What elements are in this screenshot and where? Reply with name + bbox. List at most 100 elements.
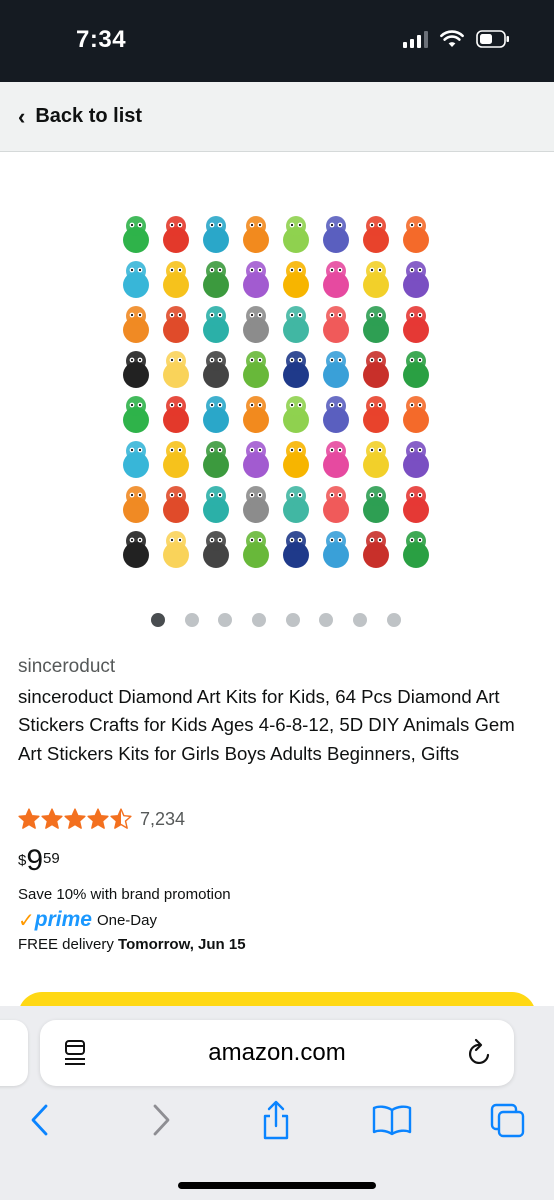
cellular-signal-icon xyxy=(403,30,428,48)
share-icon xyxy=(263,1100,289,1140)
promotion-text: Save 10% with brand promotion xyxy=(18,886,231,903)
star-icon xyxy=(64,808,86,829)
address-bar[interactable]: amazon.com xyxy=(40,1020,514,1086)
rating-count[interactable]: 7,234 xyxy=(140,809,185,830)
reload-icon[interactable] xyxy=(466,1038,494,1068)
browser-toolbar xyxy=(0,1098,554,1148)
sticker xyxy=(363,351,389,388)
sticker xyxy=(283,441,309,478)
carousel-dot[interactable] xyxy=(184,613,199,627)
sticker xyxy=(163,306,189,343)
sticker xyxy=(363,306,389,343)
sticker xyxy=(283,486,309,523)
sticker xyxy=(243,216,269,253)
bookmarks-button[interactable] xyxy=(370,1098,414,1142)
sticker xyxy=(283,351,309,388)
sticker xyxy=(403,486,429,523)
back-chevron-icon: ‹ xyxy=(18,103,26,129)
delivery-date: Tomorrow, Jun 15 xyxy=(118,936,246,953)
status-time: 7:34 xyxy=(76,26,127,53)
prime-logo: prime xyxy=(34,908,92,931)
carousel-dots xyxy=(151,613,401,627)
price-fraction: 59 xyxy=(43,850,60,867)
sticker xyxy=(203,486,229,523)
product-image[interactable] xyxy=(114,210,438,582)
share-button[interactable] xyxy=(254,1098,298,1142)
sticker xyxy=(123,486,149,523)
sticker xyxy=(403,531,429,568)
sticker xyxy=(123,351,149,388)
tabs-icon xyxy=(490,1103,525,1138)
sticker xyxy=(203,396,229,433)
sticker xyxy=(323,216,349,253)
bookmarks-icon xyxy=(372,1105,412,1136)
wifi-icon xyxy=(440,30,464,47)
prime-badge: ✓ prime One-Day xyxy=(18,908,157,932)
carousel-dot[interactable] xyxy=(151,613,165,627)
sticker xyxy=(363,396,389,433)
previous-tab-peek[interactable] xyxy=(0,1020,28,1086)
battery-icon xyxy=(476,30,509,48)
sticker xyxy=(363,486,389,523)
back-to-list-bar[interactable]: ‹ Back to list xyxy=(0,82,554,152)
carousel-dot[interactable] xyxy=(218,613,233,627)
sticker xyxy=(283,531,309,568)
brand-link[interactable]: sinceroduct xyxy=(18,656,115,678)
sticker xyxy=(123,396,149,433)
back-icon xyxy=(31,1104,48,1136)
price: $ 9 59 xyxy=(18,846,60,876)
sticker xyxy=(203,351,229,388)
sticker xyxy=(403,441,429,478)
sticker xyxy=(163,441,189,478)
sticker xyxy=(403,351,429,388)
sticker xyxy=(323,396,349,433)
sticker xyxy=(123,306,149,343)
carousel-dot[interactable] xyxy=(252,613,267,627)
product-title: sinceroduct Diamond Art Kits for Kids, 6… xyxy=(18,686,515,764)
sticker xyxy=(163,351,189,388)
sticker xyxy=(203,441,229,478)
star-icon xyxy=(110,808,132,829)
sticker xyxy=(283,216,309,253)
carousel-dot[interactable] xyxy=(319,613,334,627)
carousel-dot[interactable] xyxy=(353,613,368,627)
sticker xyxy=(163,396,189,433)
sticker xyxy=(323,306,349,343)
sticker xyxy=(403,396,429,433)
price-whole: 9 xyxy=(26,844,44,877)
sticker xyxy=(203,216,229,253)
back-button[interactable] xyxy=(18,1098,62,1142)
sticker xyxy=(403,216,429,253)
prime-check-icon: ✓ xyxy=(18,910,35,932)
forward-icon xyxy=(153,1104,170,1136)
tabs-button[interactable] xyxy=(486,1098,530,1142)
sticker xyxy=(123,216,149,253)
sticker xyxy=(363,441,389,478)
sticker xyxy=(123,261,149,298)
rating-row[interactable]: 7,234 xyxy=(18,808,185,830)
sticker xyxy=(363,531,389,568)
sticker xyxy=(283,396,309,433)
carousel-dot[interactable] xyxy=(285,613,300,627)
sticker xyxy=(163,531,189,568)
forward-button[interactable] xyxy=(139,1098,183,1142)
star-icon xyxy=(87,808,109,829)
back-to-list-label: Back to list xyxy=(35,105,143,127)
sticker xyxy=(203,261,229,298)
sticker xyxy=(323,351,349,388)
sticker xyxy=(203,306,229,343)
sticker xyxy=(243,531,269,568)
url-text[interactable]: amazon.com xyxy=(40,1039,514,1067)
sticker xyxy=(323,441,349,478)
sticker xyxy=(283,261,309,298)
star-icon xyxy=(18,808,40,829)
sticker xyxy=(243,261,269,298)
price-symbol: $ xyxy=(18,852,27,869)
star-icon xyxy=(41,808,63,829)
carousel-dot[interactable] xyxy=(386,613,401,627)
sticker xyxy=(363,216,389,253)
status-icons xyxy=(403,30,510,48)
sticker xyxy=(323,486,349,523)
star-rating xyxy=(18,808,132,830)
sticker xyxy=(283,306,309,343)
